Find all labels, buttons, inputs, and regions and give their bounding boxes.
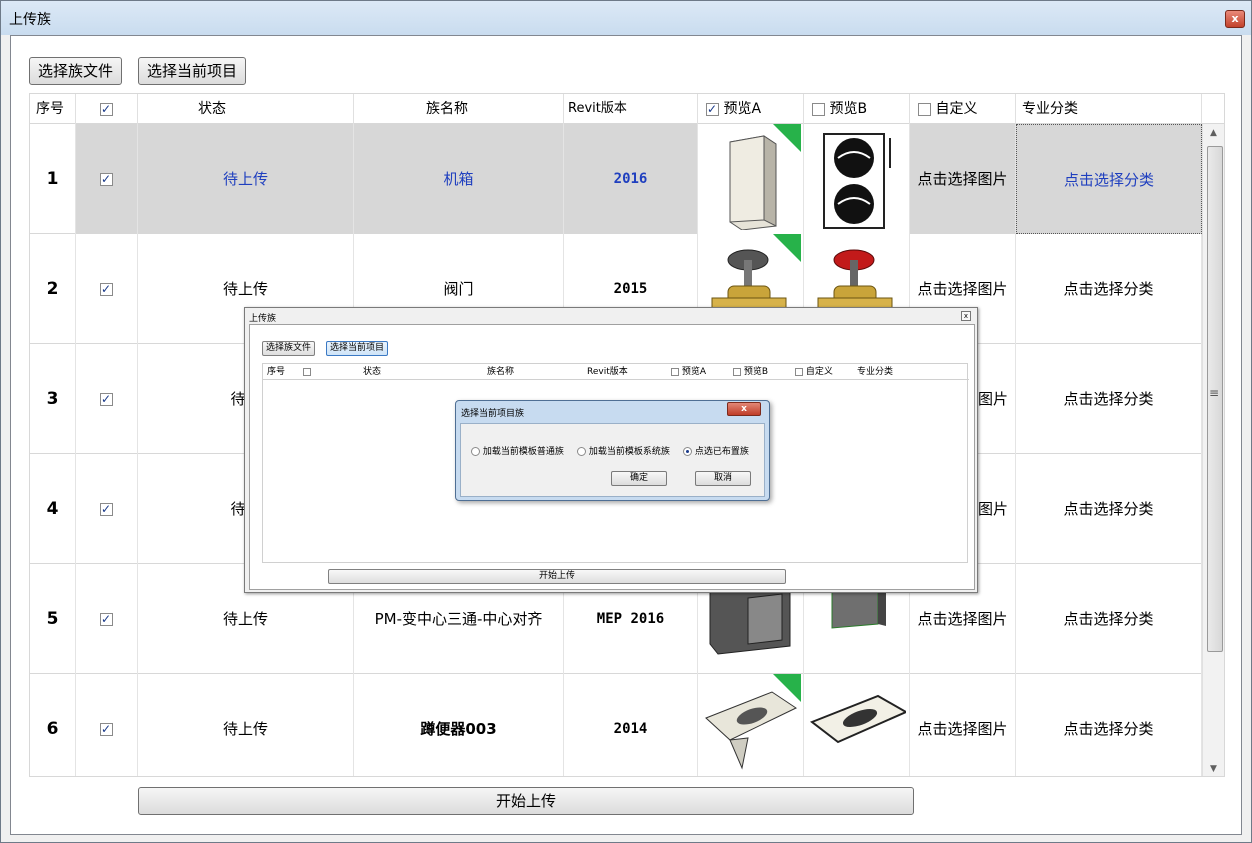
mini-col-family-name[interactable]: 族名称 [487,364,514,380]
ok-button[interactable]: 确定 [611,471,667,486]
option-placed-family[interactable]: 点选已布置族 [683,444,749,457]
preview-b-cell[interactable] [804,124,910,234]
custom-checkbox[interactable] [918,102,931,116]
row-status: 待上传 [138,674,354,776]
row-category[interactable]: 点击选择分类 [1016,124,1202,234]
mini-select-current-project-button[interactable]: 选择当前项目 [326,341,389,356]
option-placed-family-label: 点选已布置族 [694,447,749,457]
dialog-client: 加载当前模板普通族 加载当前模板系统族 点选已布置族 确定 取消 [460,423,765,497]
checked-badge-icon [773,234,801,342]
row-seq: 1 [46,169,59,189]
mini-grid-header: 序号 状态 族名称 Revit版本 预览A 预览B 自定义 专业分类 [263,364,969,380]
preview-b-label: 预览B [829,101,868,117]
row-version: 2014 [564,674,698,776]
mini-col-category[interactable]: 专业分类 [857,364,893,380]
row-checkbox[interactable] [100,390,113,408]
select-project-family-dialog: 选择当前项目族 x 加载当前模板普通族 加载当前模板系统族 点选已布置族 确定 … [455,400,770,501]
grid-header: 序号 状态 族名称 Revit版本 预览A 预览B 自定义 专业分类 [30,94,1224,124]
checked-badge-icon [773,674,801,776]
row-seq: 6 [46,719,59,739]
radio-icon[interactable] [683,447,692,456]
preview-a-checkbox[interactable] [706,100,719,118]
table-row[interactable]: 6 待上传 蹲便器003 2014 点击选择图片 点击选择分类 [30,674,1202,776]
scroll-down-icon[interactable]: ▼ [1210,764,1217,774]
cancel-button[interactable]: 取消 [695,471,751,486]
upload-family-window: 上传族 x 选择族文件 选择当前项目 序号 状态 族名称 Revit版本 预览A… [0,0,1252,843]
row-seq: 2 [46,279,59,299]
table-row[interactable]: 1 待上传 机箱 2016 [30,124,1202,234]
col-select-all[interactable] [76,94,138,124]
col-status[interactable]: 状态 [138,94,354,124]
window-title: 上传族 [9,12,51,28]
row-custom[interactable]: 点击选择图片 [910,124,1016,234]
row-seq: 5 [46,609,59,629]
col-family-name[interactable]: 族名称 [354,94,564,124]
mini-col-revit-version[interactable]: Revit版本 [587,364,628,380]
row-family-name: 蹲便器003 [354,674,564,776]
option-system-family-label: 加载当前模板系统族 [588,447,670,457]
mini-select-all-checkbox[interactable] [303,367,311,376]
outdoor-unit-thumbnail [823,133,891,229]
mini-window-title: 上传族 [249,314,277,324]
row-version: 2016 [564,124,698,234]
mini-preview-a-checkbox[interactable] [671,367,679,376]
preview-b-checkbox[interactable] [812,102,825,116]
mini-col-seq[interactable]: 序号 [267,364,285,380]
radio-icon[interactable] [577,447,586,456]
row-category[interactable]: 点击选择分类 [1016,454,1202,564]
mini-start-upload-button[interactable]: 开始上传 [328,569,786,584]
col-preview-a[interactable]: 预览A [698,94,804,124]
start-upload-button[interactable]: 开始上传 [138,787,914,815]
preview-a-cell[interactable] [698,674,804,776]
row-checkbox[interactable] [100,720,113,738]
col-category[interactable]: 专业分类 [1016,94,1202,124]
preview-a-label: 预览A [723,101,762,117]
dialog-title: 选择当前项目族 [461,409,525,419]
row-checkbox[interactable] [100,170,113,188]
vertical-scrollbar[interactable]: ▲ ≡ ▼ [1202,124,1224,776]
col-preview-b[interactable]: 预览B [804,94,910,124]
select-family-file-button[interactable]: 选择族文件 [29,57,123,85]
select-current-project-button[interactable]: 选择当前项目 [138,57,247,85]
custom-label: 自定义 [935,101,978,117]
preview-b-cell[interactable] [804,674,910,776]
checked-badge-icon [773,124,801,232]
radio-icon[interactable] [471,447,480,456]
row-category[interactable]: 点击选择分类 [1016,234,1202,344]
option-normal-family[interactable]: 加载当前模板普通族 [471,444,564,457]
title-bar: 上传族 x [1,1,1251,35]
row-category[interactable]: 点击选择分类 [1016,564,1202,674]
scroll-grip-icon: ≡ [1209,386,1220,400]
row-status: 待上传 [138,124,354,234]
mini-select-family-file-button[interactable]: 选择族文件 [262,341,316,356]
mini-preview-b-checkbox[interactable] [733,367,741,376]
mini-col-preview-a: 预览A [681,367,707,377]
close-button[interactable]: x [1225,10,1245,28]
col-custom[interactable]: 自定义 [910,94,1016,124]
row-checkbox[interactable] [100,610,113,628]
mini-col-status[interactable]: 状态 [363,364,381,380]
row-custom[interactable]: 点击选择图片 [910,674,1016,776]
preview-a-cell[interactable] [698,124,804,234]
row-family-name: 机箱 [354,124,564,234]
select-all-checkbox[interactable] [100,100,113,118]
mini-close-button[interactable]: x [961,311,971,321]
row-category[interactable]: 点击选择分类 [1016,674,1202,776]
row-seq: 4 [46,499,59,519]
mini-col-custom: 自定义 [805,367,833,377]
option-system-family[interactable]: 加载当前模板系统族 [577,444,670,457]
mini-col-preview-b: 预览B [743,367,769,377]
row-checkbox[interactable] [100,280,113,298]
row-category[interactable]: 点击选择分类 [1016,344,1202,454]
row-seq: 3 [46,389,59,409]
row-checkbox[interactable] [100,500,113,518]
squat-toilet-b-thumbnail [809,694,906,744]
col-revit-version[interactable]: Revit版本 [564,94,698,124]
option-normal-family-label: 加载当前模板普通族 [482,447,564,457]
mini-custom-checkbox[interactable] [795,367,803,376]
scroll-up-icon[interactable]: ▲ [1210,128,1217,138]
col-seq[interactable]: 序号 [30,94,76,124]
dialog-close-button[interactable]: x [727,402,761,416]
